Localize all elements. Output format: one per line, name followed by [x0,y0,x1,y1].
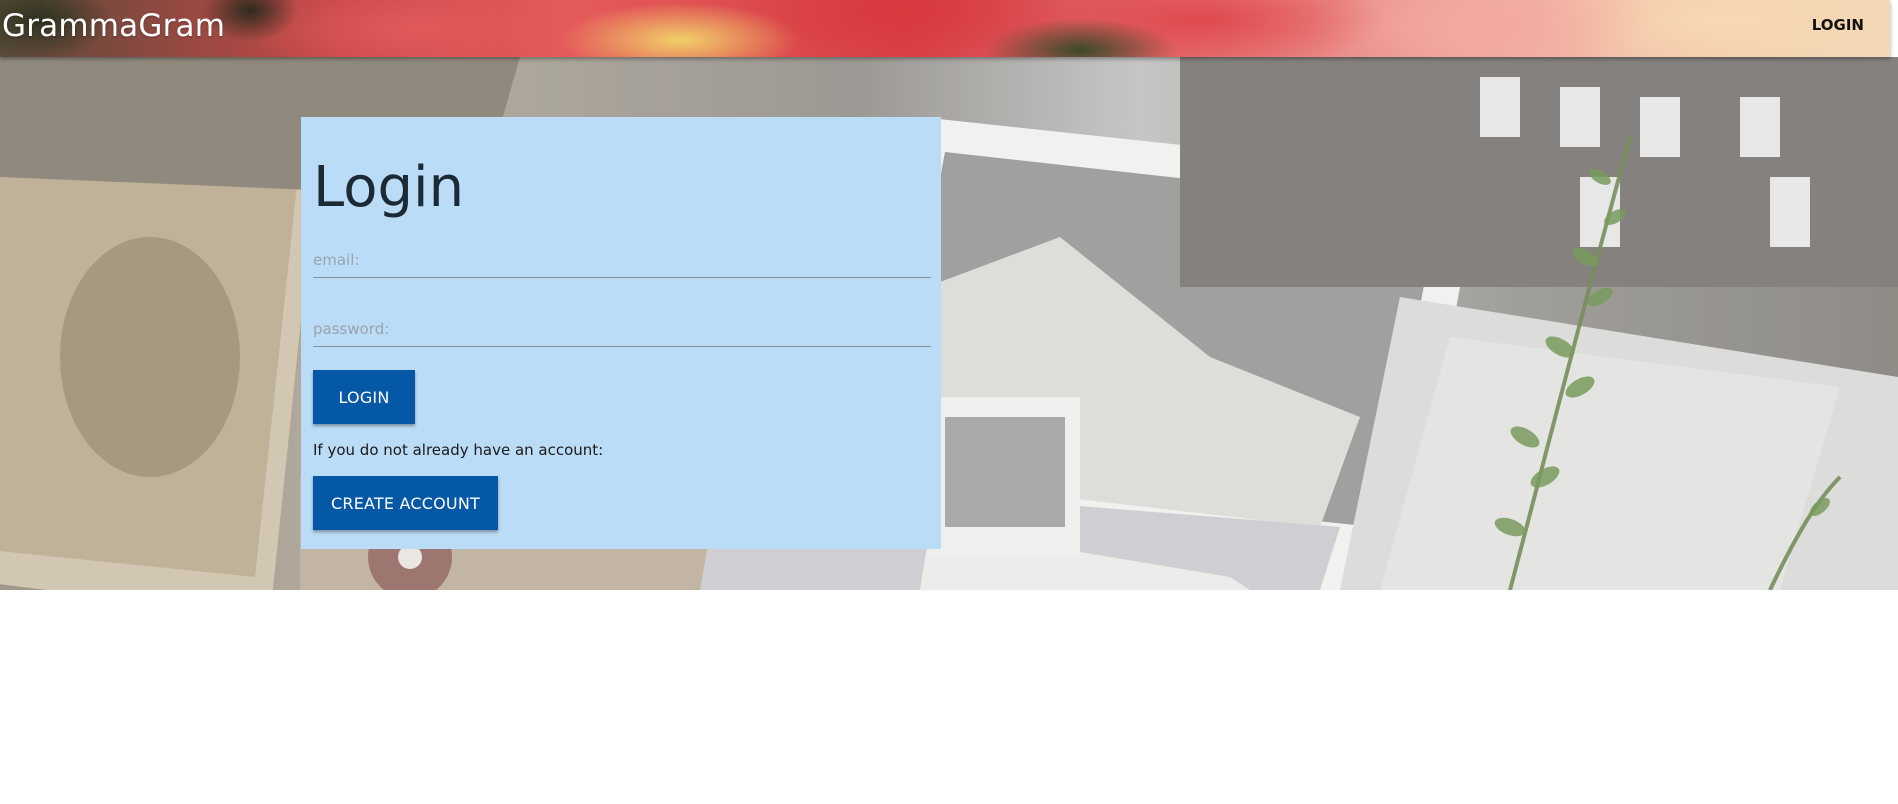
login-card: Login LOGIN If you do not already have a… [301,117,941,549]
password-field[interactable] [313,312,931,347]
nav-login-link[interactable]: LOGIN [1812,16,1864,34]
login-title: Login [313,155,465,220]
login-button[interactable]: LOGIN [313,370,415,424]
email-field[interactable] [313,243,931,278]
create-account-button[interactable]: CREATE ACCOUNT [313,476,498,530]
signup-hint-text: If you do not already have an account: [313,441,604,459]
page: GrammaGram LOGIN Login email: LOGIN If y… [0,0,1898,804]
background-overlay [0,57,1898,590]
brand-logo[interactable]: GrammaGram [2,8,225,44]
hero-background [0,57,1898,590]
app-bar: GrammaGram LOGIN [0,0,1890,57]
page-footer-space [0,590,1898,804]
